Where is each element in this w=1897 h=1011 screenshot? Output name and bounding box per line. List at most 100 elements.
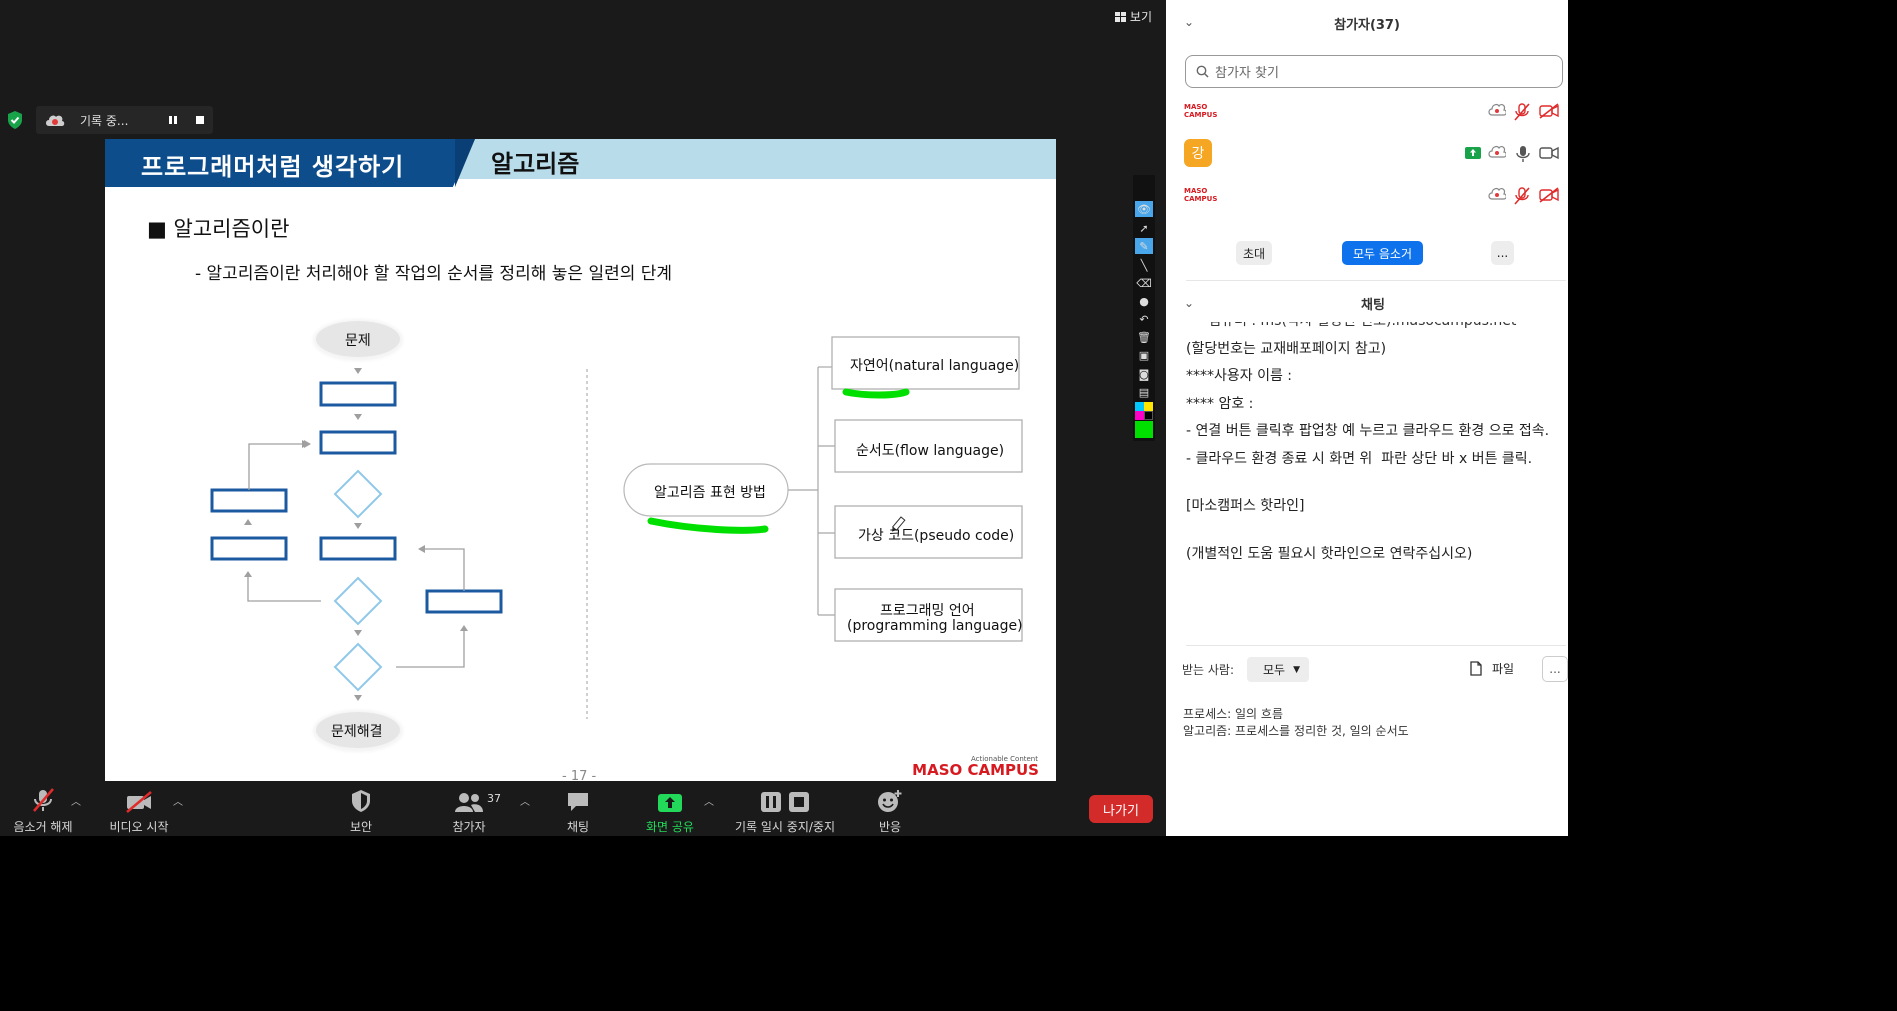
cloud-record-icon: [1488, 103, 1506, 116]
mute-all-button[interactable]: 모두 음소거: [1342, 241, 1423, 265]
slide-page-number: - 17 -: [562, 769, 597, 781]
chat-line: (할당번호는 교재배포페이지 참고): [1186, 340, 1387, 357]
color-black-swatch[interactable]: [1144, 411, 1153, 420]
audio-options-caret[interactable]: ︿: [71, 793, 81, 808]
annotate-line-icon[interactable]: ╲: [1135, 257, 1153, 273]
brand-logo: MASO CAMPUS: [912, 761, 1039, 779]
cloud-record-icon: [1488, 145, 1506, 158]
center-node-label: 알고리즘 표현 방법: [654, 485, 766, 501]
search-placeholder: 참가자 찾기: [1215, 66, 1279, 81]
stop-recording-button[interactable]: [189, 109, 211, 131]
participants-more-button[interactable]: ...: [1491, 241, 1514, 265]
leave-meeting-button[interactable]: 나가기: [1089, 795, 1153, 823]
invite-button[interactable]: 초대: [1236, 241, 1272, 265]
start-video-button[interactable]: 비디오 시작: [103, 783, 175, 836]
participant-avatar: 강: [1184, 139, 1212, 167]
reactions-button[interactable]: 반응: [870, 783, 910, 836]
file-label: 파일: [1492, 662, 1515, 676]
muted-mic-icon: [1514, 187, 1530, 205]
share-screen-label: 화면 공유: [646, 820, 694, 834]
annotate-eraser-icon[interactable]: ⌫: [1135, 275, 1153, 291]
chat-line: **** 암호 :: [1186, 395, 1258, 412]
share-options-caret[interactable]: ︿: [704, 793, 714, 808]
compose-line: 알고리즘: 프로세스를 정리한 것, 일의 순서도: [1183, 724, 1409, 738]
file-icon: [1470, 661, 1482, 676]
chat-compose-input[interactable]: 프로세스: 일의 흐름 알고리즘: 프로세스를 정리한 것, 일의 순서도: [1183, 706, 1409, 740]
view-label: 보기: [1129, 10, 1152, 24]
shared-screen-slide: 프로그래머처럼 생각하기 알고리즘 ■ 알고리즘이란 - 알고리즘이란 처리해야…: [105, 139, 1056, 781]
stop-icon: [196, 116, 204, 124]
video-off-icon: [126, 791, 152, 813]
chat-line: - 연결 버튼 클릭후 팝업창 예 누르고 클라우드 환경 으로 접속.: [1186, 423, 1550, 439]
participants-button[interactable]: 참가자: [446, 783, 492, 836]
chat-bubble-icon: [568, 793, 588, 811]
unmute-button[interactable]: 음소거 해제: [8, 783, 78, 836]
pause-recording-button[interactable]: [162, 109, 184, 131]
chat-line: [1186, 521, 1556, 541]
view-button[interactable]: 보기: [1114, 8, 1152, 25]
chat-label: 채팅: [566, 820, 590, 834]
chat-line: - 클라우드 환경 종료 시 화면 위 파란 상단 바 x 버튼 클릭.: [1186, 450, 1533, 467]
meeting-toolbar: 음소거 해제 ︿ 비디오 시작 ︿ 보안 참가자 37 ︿ 채팅 화면 공유 ︿…: [0, 783, 1166, 836]
participant-row[interactable]: MASO CAMPUS: [1184, 175, 1568, 215]
current-color-swatch[interactable]: [1135, 421, 1153, 438]
annotate-eye-icon[interactable]: 👁: [1135, 201, 1153, 217]
grid-view-icon: [1114, 11, 1126, 22]
recipient-label: 받는 사람:: [1182, 663, 1235, 677]
side-panel: ⌄ 참가자(37) 참가자 찾기 MASO CAMPUS 강 MASO CAMP…: [1166, 0, 1568, 836]
pause-stop-recording-label: 기록 일시 중지/중지: [735, 820, 835, 834]
pause-stop-recording-button[interactable]: 기록 일시 중지/중지: [728, 783, 842, 836]
branch-programming-language: 프로그래밍 언어: [880, 603, 975, 619]
annotate-draw-icon[interactable]: ✎: [1135, 238, 1153, 254]
panel-divider: [1186, 645, 1566, 646]
annotation-toolbar: 👁 ➚ ✎ ╲ ⌫ ● ↶ 🗑 ▣ ◙ ▤: [1133, 175, 1155, 441]
start-video-label: 비디오 시작: [109, 820, 169, 834]
sharing-screen-icon: [1465, 147, 1481, 159]
participant-row[interactable]: MASO CAMPUS: [1184, 91, 1568, 131]
color-yellow-swatch[interactable]: [1144, 402, 1153, 411]
participant-logo-text: MASO CAMPUS: [1184, 187, 1218, 203]
chat-line: 컴퓨터 : ms(각자 할당된 번호).masocampus.net: [1186, 322, 1556, 336]
annotate-delete-icon[interactable]: 🗑: [1135, 329, 1153, 345]
flow-decision-diamonds: [333, 469, 383, 692]
flow-start-label: 문제: [345, 333, 371, 349]
file-button[interactable]: 파일: [1470, 660, 1514, 677]
annotate-clipboard-icon[interactable]: ▤: [1135, 384, 1153, 400]
flowchart-diagram: [210, 319, 1023, 752]
recipient-select[interactable]: 모두 ▼: [1247, 657, 1309, 682]
encryption-shield-icon[interactable]: [6, 110, 24, 130]
chat-line: (개별적인 도움 필요시 핫라인으로 연락주십시오): [1186, 545, 1473, 562]
color-magenta-swatch[interactable]: [1135, 411, 1144, 420]
share-screen-button[interactable]: 화면 공유: [640, 783, 700, 836]
chat-line: ****사용자 이름 :: [1186, 368, 1293, 384]
compose-line: 프로세스: 일의 흐름: [1183, 707, 1283, 721]
muted-mic-icon: [33, 788, 54, 812]
chat-line: [1186, 473, 1556, 493]
participant-row[interactable]: 강: [1184, 133, 1568, 173]
reaction-smile-icon: [878, 790, 902, 812]
chat-button[interactable]: 채팅: [558, 783, 598, 836]
participants-label: 참가자: [452, 820, 486, 834]
branch-pseudo-code: 가상 코드(pseudo code): [858, 528, 1015, 544]
flow-arrows: [244, 368, 362, 701]
participants-options-caret[interactable]: ︿: [520, 793, 530, 808]
chat-messages[interactable]: 컴퓨터 : ms(각자 할당된 번호).masocampus.net (할당번호…: [1186, 322, 1556, 640]
video-options-caret[interactable]: ︿: [173, 793, 183, 808]
participant-search-input[interactable]: 참가자 찾기: [1185, 55, 1563, 88]
security-label: 보안: [349, 820, 373, 834]
branch-natural-language: 자연어(natural language): [850, 358, 1020, 374]
annotate-select-icon[interactable]: ➚: [1135, 220, 1153, 236]
reactions-label: 반응: [878, 820, 902, 834]
security-button[interactable]: 보안: [341, 783, 381, 836]
flow-end-label: 문제해결: [331, 724, 383, 740]
branch-programming-language-en: (programming language): [847, 618, 1023, 634]
annotate-stamp-icon[interactable]: ▣: [1135, 347, 1153, 363]
color-cyan-swatch[interactable]: [1135, 402, 1144, 411]
video-off-icon: [1539, 103, 1559, 119]
chat-more-button[interactable]: ...: [1542, 656, 1568, 682]
recording-indicator: 기록 중...: [36, 106, 213, 134]
annotate-dot-icon[interactable]: ●: [1135, 293, 1153, 309]
annotate-undo-icon[interactable]: ↶: [1135, 311, 1153, 327]
participants-icon: [455, 793, 483, 812]
annotate-camera-icon[interactable]: ◙: [1135, 366, 1153, 382]
